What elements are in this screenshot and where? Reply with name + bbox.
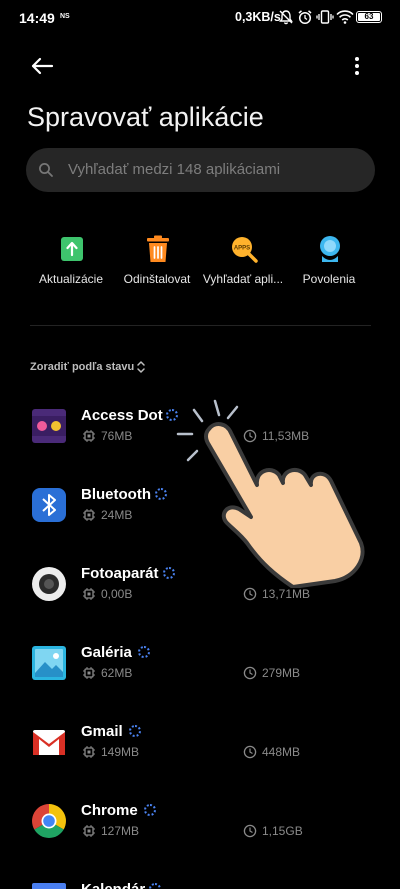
alarm-icon: [298, 10, 312, 25]
quick-actions: Aktualizácie Odinštalovat APPS Vyhľadať …: [26, 228, 376, 298]
search-placeholder: Vyhľadať medzi 148 aplikáciami: [68, 161, 281, 178]
carrier-label: NS: [60, 13, 70, 20]
loading-icon: [155, 488, 167, 500]
search-icon: [39, 163, 53, 177]
loading-icon: [129, 725, 141, 737]
vibrate-icon: [316, 10, 334, 24]
battery-indicator: 63: [356, 11, 382, 23]
app-name: Kalendár: [81, 881, 145, 889]
action-label: Vyhľadať apli...: [202, 272, 284, 286]
back-arrow-icon[interactable]: [28, 52, 58, 80]
battery-level: 63: [364, 12, 374, 21]
action-uninstall[interactable]: Odinštalovat: [112, 228, 202, 298]
action-search-apps[interactable]: APPS Vyhľadať apli...: [198, 228, 288, 298]
app-size: 127MB: [101, 824, 140, 838]
chrome-icon: [32, 804, 66, 838]
permissions-icon: [320, 236, 340, 262]
app-row-gallery[interactable]: Galéria 62MB 279MB: [0, 635, 400, 695]
cache-icon: [243, 824, 257, 838]
storage-icon: [83, 430, 95, 442]
sort-dropdown[interactable]: Zoradiť podľa stavu: [30, 361, 134, 373]
app-name: Access Dot: [81, 407, 163, 424]
camera-icon: [32, 567, 66, 601]
update-icon: [61, 237, 83, 261]
app-cache: 1,15GB: [262, 824, 303, 838]
loading-icon: [163, 567, 175, 579]
storage-icon: [83, 588, 95, 600]
action-label: Aktualizácie: [38, 272, 104, 286]
cache-icon: [243, 587, 257, 601]
gmail-icon: [33, 730, 65, 755]
storage-icon: [83, 667, 95, 679]
app-size: 24MB: [101, 508, 133, 522]
action-label: Povolenia: [302, 272, 356, 286]
app-size: 62MB: [101, 666, 133, 680]
loading-icon: [149, 883, 161, 889]
divider: [30, 325, 371, 326]
more-options-icon[interactable]: [346, 52, 368, 80]
action-permissions[interactable]: Povolenia: [284, 228, 374, 298]
app-row-gmail[interactable]: Gmail 149MB 448MB: [0, 714, 400, 774]
storage-icon: [83, 825, 95, 837]
app-size: 0,00B: [101, 587, 133, 601]
app-name: Fotoaparát: [81, 565, 159, 582]
storage-icon: [83, 509, 95, 521]
app-cache: 13,71MB: [262, 587, 311, 601]
network-speed: 0,3KB/s: [235, 10, 281, 24]
app-size: 76MB: [101, 429, 133, 443]
app-size: 149MB: [101, 745, 140, 759]
app-cache: 279MB: [262, 666, 301, 680]
gallery-icon: [32, 646, 66, 680]
cache-icon: [243, 745, 257, 759]
status-bar: 14:49 NS 0,3KB/s 63: [0, 0, 400, 34]
app-name: Chrome: [81, 802, 138, 819]
svg-text:APPS: APPS: [234, 246, 250, 252]
status-time: 14:49: [19, 10, 55, 26]
search-input[interactable]: Vyhľadať medzi 148 aplikáciami: [26, 148, 375, 192]
tap-hand-icon: [176, 399, 365, 588]
app-cache: 448MB: [262, 745, 301, 759]
apps-search-icon: APPS: [232, 237, 258, 263]
wifi-icon: [336, 10, 354, 24]
action-label: Odinštalovat: [123, 272, 191, 286]
trash-icon: [147, 235, 169, 262]
cache-icon: [243, 666, 257, 680]
bluetooth-icon: [32, 488, 66, 522]
sort-chevron-icon[interactable]: [135, 359, 147, 375]
action-updates[interactable]: Aktualizácie: [26, 228, 116, 298]
loading-icon: [144, 804, 156, 816]
calendar-icon: [32, 883, 66, 889]
app-name: Bluetooth: [81, 486, 151, 503]
storage-icon: [83, 746, 95, 758]
access-dot-icon: [32, 409, 66, 443]
silent-bell-icon: [279, 10, 293, 25]
page-title: Spravovať aplikácie: [27, 102, 264, 132]
app-name: Galéria: [81, 644, 132, 661]
loading-icon: [138, 646, 150, 658]
app-name: Gmail: [81, 723, 123, 740]
app-row-calendar[interactable]: Kalendár: [0, 872, 400, 889]
app-row-chrome[interactable]: Chrome 127MB 1,15GB: [0, 793, 400, 853]
